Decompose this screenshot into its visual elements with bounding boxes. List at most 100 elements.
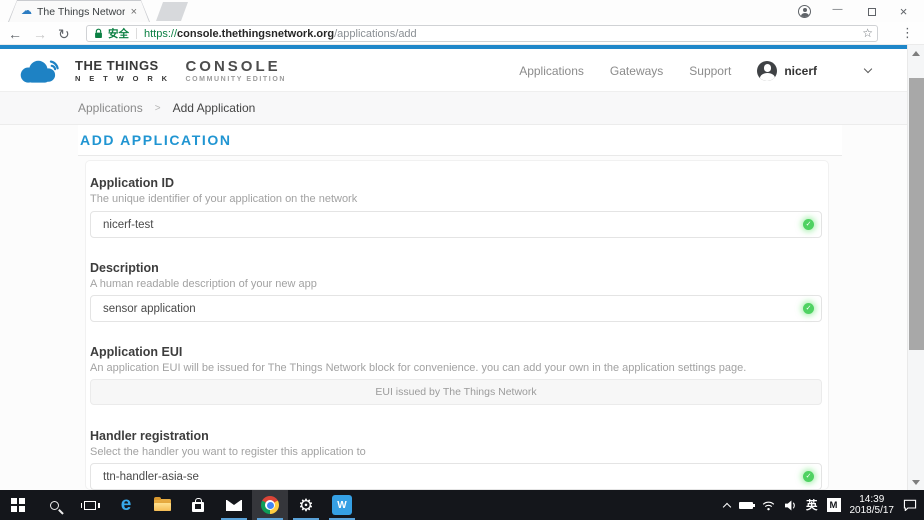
user-menu[interactable]: nicerf [757, 61, 817, 81]
breadcrumb-applications[interactable]: Applications [78, 101, 143, 115]
application-id-help: The unique identifier of your applicatio… [90, 193, 822, 205]
secure-label: 安全 [108, 26, 129, 41]
eui-issued-button[interactable]: EUI issued by The Things Network [90, 379, 822, 405]
handler-help: Select the handler you want to register … [90, 446, 822, 458]
mail-button[interactable] [216, 490, 252, 520]
eui-issued-label: EUI issued by The Things Network [375, 386, 536, 398]
description-label: Description [90, 261, 822, 275]
description-field-group: Description A human readable description… [90, 261, 822, 290]
ime-mode-icon[interactable]: M [827, 498, 841, 512]
omnibox-divider [136, 28, 137, 39]
store-bag-icon [192, 502, 204, 512]
bookmark-star-icon[interactable]: ☆ [862, 26, 873, 40]
browser-menu-icon[interactable]: ⋮ [901, 25, 914, 41]
clock-date: 2018/5/17 [850, 505, 895, 517]
brand-line2: N E T W O R K [75, 74, 170, 83]
mail-envelope-icon [226, 500, 242, 511]
browser-profile-button[interactable] [788, 0, 821, 22]
taskbar-clock[interactable]: 14:39 2018/5/17 [850, 494, 895, 517]
tab-favicon-cloud-icon: ☁ [21, 6, 32, 17]
gear-icon: ⚙ [298, 497, 313, 514]
handler-input[interactable] [90, 463, 822, 490]
cloud-logo-icon [14, 54, 66, 86]
window-restore-button[interactable] [854, 0, 887, 22]
new-tab-button[interactable] [156, 2, 188, 21]
description-valid-icon: ✓ [803, 303, 814, 314]
window-close-button[interactable]: × [887, 0, 920, 22]
task-view-button[interactable] [72, 490, 108, 520]
chevron-down-icon[interactable] [864, 65, 872, 73]
forward-button[interactable]: → [33, 27, 47, 41]
browser-titlebar: ☁ The Things Network C × — × [0, 0, 924, 22]
tray-expand-icon[interactable] [723, 502, 731, 510]
scrollbar-up-icon[interactable] [908, 45, 924, 61]
ttn-logo[interactable]: THE THINGS N E T W O R K CONSOLE COMMUNI… [14, 54, 286, 86]
product-edition: COMMUNITY EDITION [185, 76, 286, 83]
chrome-icon [261, 496, 279, 514]
task-view-icon [84, 501, 96, 510]
nav-support[interactable]: Support [689, 64, 731, 78]
tab-close-icon[interactable]: × [131, 6, 137, 18]
profile-icon [798, 5, 811, 18]
product-name: CONSOLE [185, 58, 286, 75]
user-avatar-icon [757, 61, 777, 81]
back-button[interactable]: ← [8, 27, 22, 41]
description-input[interactable] [90, 295, 822, 322]
volume-icon[interactable] [784, 500, 797, 511]
screen: ☁ The Things Network C × — × ← → ↻ 安全 [0, 0, 924, 520]
browser-toolbar: ← → ↻ 安全 https://console.thethingsnetwor… [0, 22, 924, 45]
ime-language-indicator[interactable]: 英 [806, 497, 818, 513]
url-host: console.thethingsnetwork.org [177, 28, 334, 40]
application-eui-label: Application EUI [90, 345, 822, 359]
page-content: ADD APPLICATION Application ID The uniqu… [0, 125, 907, 490]
file-explorer-button[interactable] [144, 490, 180, 520]
close-icon: × [900, 4, 908, 19]
breadcrumb-separator-icon: > [155, 103, 161, 114]
store-button[interactable] [180, 490, 216, 520]
folder-icon [154, 499, 171, 511]
reload-button[interactable]: ↻ [58, 27, 70, 41]
url-text: https://console.thethingsnetwork.org/app… [144, 28, 417, 40]
blue-app-button[interactable]: W [324, 490, 360, 520]
scrollbar-down-icon[interactable] [908, 474, 924, 490]
edge-icon: e [121, 495, 132, 514]
application-id-valid-icon: ✓ [803, 219, 814, 230]
page-title-row: ADD APPLICATION [78, 125, 842, 156]
application-eui-help: An application EUI will be issued for Th… [90, 362, 822, 374]
breadcrumb: Applications > Add Application [0, 92, 907, 125]
windows-logo-icon [11, 498, 24, 511]
application-id-field-group: Application ID The unique identifier of … [90, 176, 822, 205]
action-center-icon[interactable] [903, 499, 917, 511]
nav-applications[interactable]: Applications [519, 64, 584, 78]
application-id-input[interactable] [90, 211, 822, 238]
brand-line1: THE THINGS [75, 58, 170, 73]
window-minimize-button[interactable]: — [821, 0, 854, 22]
handler-valid-icon: ✓ [803, 471, 814, 482]
url-scheme: https:// [144, 28, 177, 40]
application-eui-field-group: Application EUI An application EUI will … [90, 345, 822, 374]
username: nicerf [784, 64, 817, 78]
search-icon [50, 501, 59, 510]
nav-gateways[interactable]: Gateways [610, 64, 663, 78]
chrome-button[interactable] [252, 490, 288, 520]
browser-tab[interactable]: ☁ The Things Network C × [8, 0, 150, 22]
top-nav: Applications Gateways Support nicerf [519, 49, 871, 92]
system-tray: 英 M 14:39 2018/5/17 [724, 490, 924, 520]
scrollbar-thumb[interactable] [909, 78, 924, 350]
page-scrollbar[interactable] [907, 45, 924, 490]
tab-title: The Things Network C [37, 6, 125, 18]
edge-button[interactable]: e [108, 490, 144, 520]
secure-lock-icon [94, 28, 103, 39]
handler-field-group: Handler registration Select the handler … [90, 429, 822, 458]
address-bar[interactable]: 安全 https://console.thethingsnetwork.org/… [86, 25, 878, 42]
breadcrumb-add-application: Add Application [173, 101, 256, 115]
description-help: A human readable description of your new… [90, 278, 822, 290]
start-button[interactable] [0, 490, 36, 520]
battery-icon[interactable] [739, 502, 753, 509]
wifi-icon[interactable] [762, 500, 775, 511]
settings-button[interactable]: ⚙ [288, 490, 324, 520]
windows-taskbar: e ⚙ W 英 M 14:39 2018/5/17 [0, 490, 924, 520]
window-controls: — × [788, 0, 920, 22]
minimize-icon: — [833, 4, 843, 15]
taskbar-search-button[interactable] [36, 490, 72, 520]
